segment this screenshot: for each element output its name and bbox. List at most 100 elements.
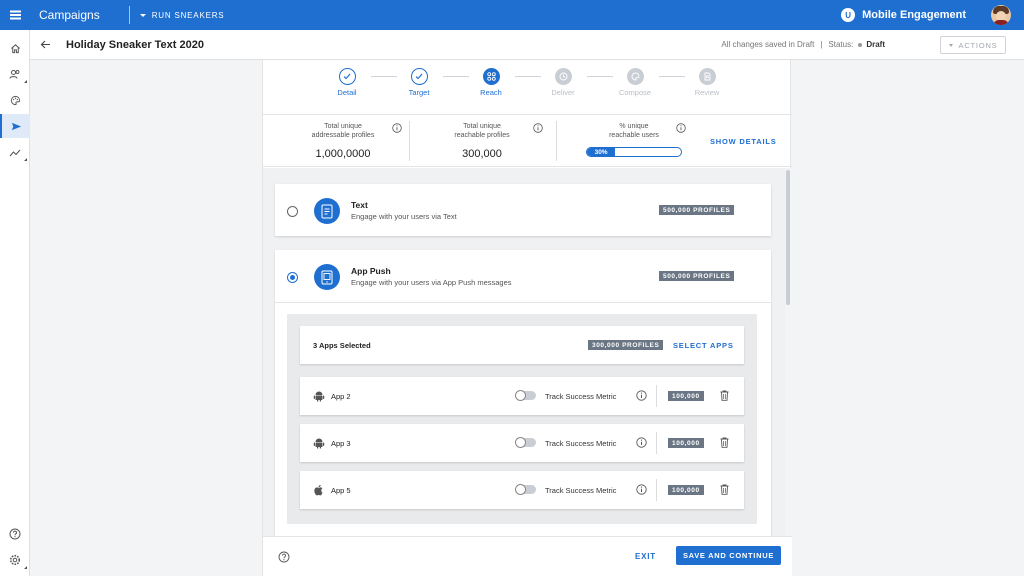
step-detail[interactable]: Detail	[317, 68, 377, 97]
trash-icon[interactable]	[720, 390, 729, 401]
info-icon[interactable]	[636, 390, 647, 401]
info-icon[interactable]	[392, 123, 402, 133]
profiles-badge: 300,000 PROFILES	[588, 340, 664, 350]
phone-text-icon	[314, 198, 340, 224]
channel-card-app-push[interactable]: App Push Engage with your users via App …	[275, 250, 771, 536]
left-rail	[0, 30, 30, 576]
stat-value: 1,000,0000	[315, 148, 371, 160]
palette-icon	[626, 68, 644, 85]
send-icon[interactable]	[0, 114, 30, 138]
app-title[interactable]: Campaigns	[39, 8, 100, 22]
saved-text: All changes saved in Draft	[721, 40, 815, 49]
scrollbar[interactable]	[785, 168, 791, 536]
grid-icon	[482, 68, 500, 85]
stat-divider	[556, 121, 557, 161]
step-compose: Compose	[605, 68, 665, 97]
campaign-selector-label: RUN SNEAKERS	[151, 10, 225, 20]
phone-push-icon	[314, 264, 340, 290]
scrollbar-thumb[interactable]	[786, 170, 790, 305]
channel-title: Text	[351, 200, 368, 210]
row-divider	[656, 385, 657, 407]
info-icon[interactable]	[533, 123, 543, 133]
step-label: Detail	[337, 88, 357, 97]
apps-selected-row: 3 Apps Selected 300,000 PROFILES SELECT …	[300, 326, 744, 364]
select-apps-button[interactable]: SELECT APPS	[673, 341, 734, 350]
app-count-badge: 100,000	[668, 485, 704, 495]
step-reach[interactable]: Reach	[461, 68, 521, 97]
profiles-badge: 500,000 PROFILES	[659, 271, 735, 281]
status-separator: |	[820, 40, 823, 49]
product-name: Mobile Engagement	[862, 9, 966, 21]
menu-icon[interactable]	[0, 0, 30, 30]
analytics-icon[interactable]	[0, 140, 30, 164]
app-name: App 5	[331, 486, 351, 495]
step-label: Reach	[480, 88, 502, 97]
stat-value: 300,000	[462, 148, 502, 160]
app-count-badge: 100,000	[668, 438, 704, 448]
track-metric-label: Track Success Metric	[545, 486, 617, 495]
reach-progress-bar: 30%	[586, 147, 682, 157]
app-row: App 5 Track Success Metric 100,000	[300, 471, 744, 509]
check-icon	[338, 68, 356, 85]
step-label: Review	[694, 88, 720, 97]
status-value: Draft	[866, 40, 885, 49]
step-label: Deliver	[551, 88, 575, 97]
user-avatar[interactable]	[991, 5, 1011, 25]
trash-icon[interactable]	[720, 437, 729, 448]
info-icon[interactable]	[636, 484, 647, 495]
back-arrow-icon[interactable]	[30, 30, 60, 60]
campaign-panel: Detail Target Reach Deliver Compose Revi…	[262, 60, 792, 576]
channel-radio-app-push[interactable]	[287, 272, 298, 283]
channel-description: Engage with your users via App Push mess…	[351, 278, 512, 287]
channel-description: Engage with your users via Text	[351, 212, 457, 221]
stat-caption: Total unique	[463, 123, 501, 130]
track-metric-toggle[interactable]	[515, 390, 536, 401]
actions-button[interactable]: ACTIONS	[940, 36, 1006, 54]
help-icon[interactable]	[278, 551, 290, 563]
track-metric-toggle[interactable]	[515, 437, 536, 448]
save-and-continue-button[interactable]: SAVE AND CONTINUE	[676, 546, 781, 565]
topbar-divider	[128, 6, 130, 24]
app-push-body: 3 Apps Selected 300,000 PROFILES SELECT …	[275, 303, 771, 536]
users-icon[interactable]	[0, 62, 30, 86]
status-label: Status:	[828, 40, 854, 49]
channel-card-text[interactable]: Text Engage with your users via Text 500…	[275, 184, 771, 236]
help-icon[interactable]	[0, 522, 30, 546]
top-bar: Campaigns RUN SNEAKERS U Mobile Engageme…	[0, 0, 1024, 30]
caret-down-icon	[139, 13, 146, 17]
step-label: Compose	[618, 88, 652, 97]
step-deliver: Deliver	[533, 68, 593, 97]
check-icon	[410, 68, 428, 85]
app-count-badge: 100,000	[668, 391, 704, 401]
app-name: App 2	[331, 392, 351, 401]
show-details-link[interactable]: SHOW DETAILS	[710, 137, 777, 146]
android-icon	[313, 438, 325, 449]
channel-radio-text[interactable]	[287, 206, 298, 217]
settings-icon[interactable]	[0, 548, 30, 572]
info-icon[interactable]	[636, 437, 647, 448]
track-metric-label: Track Success Metric	[545, 439, 617, 448]
panel-footer: EXIT SAVE AND CONTINUE	[263, 536, 792, 576]
trash-icon[interactable]	[720, 484, 729, 495]
home-icon[interactable]	[0, 36, 30, 60]
android-icon	[313, 391, 325, 402]
product-logo-icon: U	[841, 8, 856, 22]
palette-icon[interactable]	[0, 88, 30, 112]
app-row: App 3 Track Success Metric 100,000	[300, 424, 744, 462]
step-label: Target	[408, 88, 430, 97]
stepper: Detail Target Reach Deliver Compose Revi…	[263, 60, 792, 115]
campaign-selector[interactable]: RUN SNEAKERS	[139, 10, 225, 20]
caret-down-icon	[948, 43, 953, 47]
actions-label: ACTIONS	[958, 40, 998, 50]
track-metric-toggle[interactable]	[515, 484, 536, 495]
stat-caption: Total unique	[324, 123, 362, 130]
channel-list: Text Engage with your users via Text 500…	[263, 168, 785, 536]
track-metric-label: Track Success Metric	[545, 392, 617, 401]
page-header: Holiday Sneaker Text 2020 All changes sa…	[30, 30, 1024, 60]
document-search-icon	[698, 68, 716, 85]
step-target[interactable]: Target	[389, 68, 449, 97]
stat-caption: addressable profiles	[311, 131, 375, 139]
info-icon[interactable]	[676, 123, 686, 133]
exit-button[interactable]: EXIT	[635, 552, 656, 561]
product-brand: U Mobile Engagement	[841, 0, 966, 30]
